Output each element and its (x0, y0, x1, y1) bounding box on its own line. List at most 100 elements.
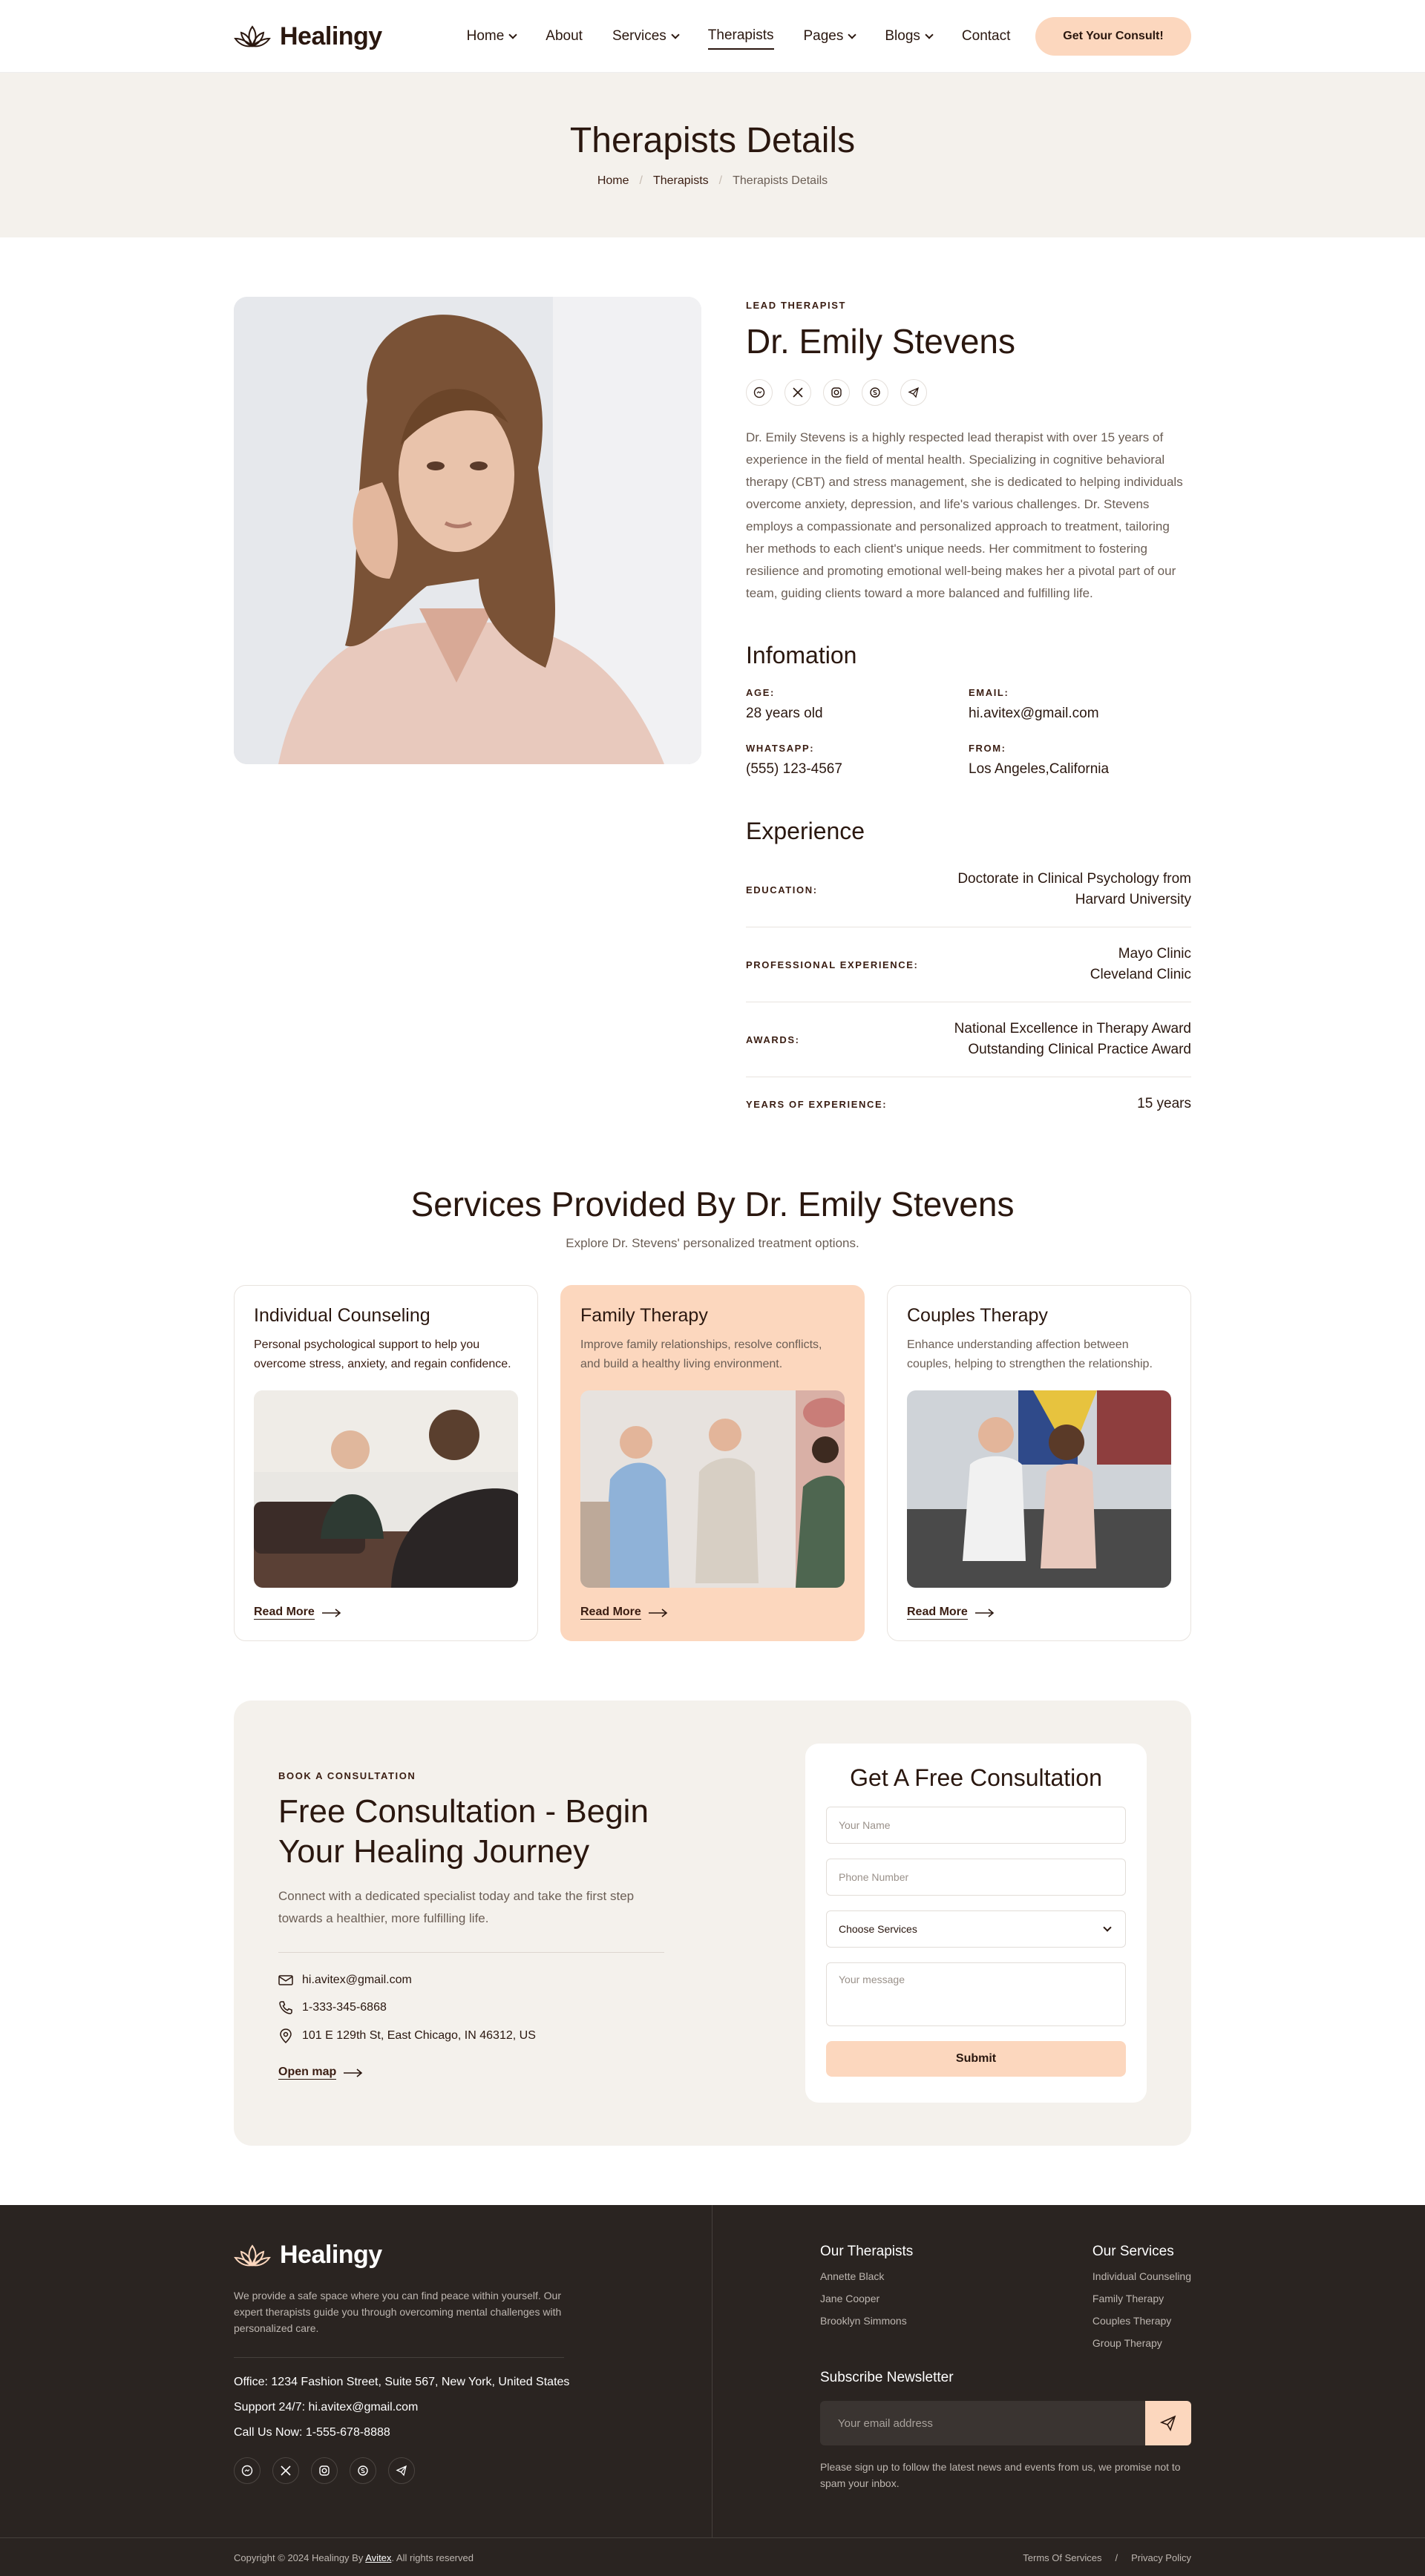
footer-link[interactable]: Jane Cooper (820, 2293, 913, 2304)
footer-link[interactable]: Brooklyn Simmons (820, 2315, 913, 2327)
service-select[interactable]: Choose Services (826, 1910, 1126, 1948)
footer-logo[interactable]: Healingy (234, 2241, 442, 2270)
nav-pages[interactable]: Pages (803, 23, 857, 50)
breadcrumb-current: Therapists Details (733, 174, 828, 187)
copyright-suffix: . All rights reserved (391, 2552, 474, 2563)
experience-line: Outstanding Clinical Practice Award (968, 1042, 1191, 1057)
footer-services-col: Our Services Individual Counseling Famil… (1092, 2244, 1191, 2349)
telegram-icon[interactable] (388, 2457, 415, 2484)
footer-link[interactable]: Annette Black (820, 2270, 913, 2282)
read-more-link[interactable]: Read More (254, 1606, 518, 1620)
experience-value: 15 years (1137, 1094, 1191, 1114)
service-card-family[interactable]: Family Therapy Improve family relationsh… (560, 1285, 865, 1641)
consultation-desc: Connect with a dedicated specialist toda… (278, 1889, 635, 1925)
footer-columns: Our Therapists Annette Black Jane Cooper… (820, 2244, 1191, 2349)
messenger-icon[interactable] (234, 2457, 261, 2484)
arrow-right-icon (974, 1608, 995, 1617)
read-more-link[interactable]: Read More (907, 1606, 1171, 1620)
nav-therapists-label: Therapists (707, 27, 774, 43)
read-more-label: Read More (907, 1606, 968, 1620)
footer-link[interactable]: Individual Counseling (1092, 2270, 1191, 2282)
therapist-portrait-image (234, 297, 701, 764)
therapist-photo (234, 297, 701, 764)
open-map-link[interactable]: Open map (278, 2066, 664, 2080)
experience-line: Harvard University (1075, 892, 1191, 907)
brand-logo[interactable]: Healingy (234, 22, 442, 51)
read-more-link[interactable]: Read More (580, 1606, 845, 1620)
footer-social-links (234, 2457, 712, 2484)
info-value[interactable]: (555) 123-4567 (746, 761, 969, 778)
name-input[interactable]: Your Name (826, 1807, 1126, 1844)
info-whatsapp: WHATSAPP: (555) 123-4567 (746, 743, 969, 778)
newsletter-note: Please sign up to follow the latest news… (820, 2461, 1181, 2489)
service-card-individual[interactable]: Individual Counseling Personal psycholog… (234, 1285, 538, 1641)
therapist-section: LEAD THERAPIST Dr. Emily Stevens Dr. Emi… (0, 237, 1425, 1131)
terms-link[interactable]: Terms Of Services (1023, 2552, 1101, 2563)
experience-line: Doctorate in Clinical Psychology from (957, 871, 1191, 887)
brand-name: Healingy (280, 22, 382, 50)
nav-about[interactable]: About (546, 23, 583, 50)
footer-link[interactable]: Family Therapy (1092, 2293, 1191, 2304)
info-age: AGE: 28 years old (746, 687, 969, 722)
nav-contact[interactable]: Contact (962, 23, 1010, 50)
nav-home[interactable]: Home (467, 23, 517, 50)
footer-call[interactable]: Call Us Now: 1-555-678-8888 (234, 2426, 712, 2439)
message-textarea[interactable]: Your message (826, 1962, 1126, 2026)
experience-value: Doctorate in Clinical Psychology from Har… (957, 869, 1191, 910)
copyright-prefix: Copyright © 2024 Healingy By (234, 2552, 364, 2563)
breadcrumb-therapists[interactable]: Therapists (653, 174, 709, 188)
service-card-desc: Personal psychological support to help y… (254, 1338, 511, 1370)
service-card-desc: Improve family relationships, resolve co… (580, 1338, 822, 1370)
nav-services[interactable]: Services (612, 23, 680, 50)
get-consult-button[interactable]: Get Your Consult! (1035, 17, 1191, 56)
footer-link[interactable]: Couples Therapy (1092, 2315, 1191, 2327)
privacy-link[interactable]: Privacy Policy (1131, 2552, 1191, 2563)
consultation-intro: BOOK A CONSULTATION Free Consultation - … (278, 1744, 664, 2103)
site-header: Healingy Home About Services Therapists … (0, 0, 1425, 73)
divider (278, 1952, 664, 1953)
contact-address-text: 101 E 129th St, East Chicago, IN 46312, … (302, 2029, 536, 2042)
info-value[interactable]: hi.avitex@gmail.com (969, 706, 1191, 722)
service-card-couples[interactable]: Couples Therapy Enhance understanding af… (887, 1285, 1191, 1641)
lotus-icon (234, 25, 271, 47)
experience-row: EDUCATION: Doctorate in Clinical Psychol… (746, 852, 1191, 927)
consultation-section: BOOK A CONSULTATION Free Consultation - … (0, 1701, 1425, 2146)
contact-email[interactable]: hi.avitex@gmail.com (278, 1974, 664, 1987)
skype-icon[interactable] (862, 379, 888, 406)
phone-input[interactable]: Phone Number (826, 1859, 1126, 1896)
nav-pages-label: Pages (803, 28, 844, 44)
phone-icon (279, 2001, 292, 2014)
nav-blogs[interactable]: Blogs (885, 23, 934, 50)
instagram-icon[interactable] (311, 2457, 338, 2484)
footer-support[interactable]: Support 24/7: hi.avitex@gmail.com (234, 2401, 712, 2414)
consultation-title: Free Consultation - Begin Your Healing J… (278, 1793, 649, 1870)
nav-services-label: Services (612, 28, 666, 44)
copyright: Copyright © 2024 Healingy By Avitex. All… (234, 2552, 474, 2563)
breadcrumb: Home / Therapists / Therapists Details (0, 174, 1425, 188)
newsletter-submit-button[interactable] (1145, 2401, 1191, 2445)
consultation-eyebrow: BOOK A CONSULTATION (278, 1770, 416, 1781)
info-label: AGE: (746, 687, 775, 698)
contact-address: 101 E 129th St, East Chicago, IN 46312, … (278, 2028, 664, 2043)
breadcrumb-home[interactable]: Home (597, 174, 629, 188)
skype-icon[interactable] (350, 2457, 376, 2484)
therapist-name: Dr. Emily Stevens (746, 322, 1015, 361)
x-twitter-icon[interactable] (272, 2457, 299, 2484)
experience-value: National Excellence in Therapy Award Outs… (954, 1019, 1191, 1060)
nav-therapists[interactable]: Therapists (707, 23, 774, 50)
experience-label: EDUCATION: (746, 884, 818, 896)
contact-phone[interactable]: 1-333-345-6868 (278, 2000, 664, 2015)
footer-col-title: Our Therapists (820, 2244, 914, 2259)
information-grid: AGE: 28 years old EMAIL: hi.avitex@gmail.c… (746, 687, 1191, 778)
submit-button[interactable]: Submit (826, 2041, 1126, 2077)
footer-link[interactable]: Group Therapy (1092, 2337, 1191, 2349)
newsletter-email-input[interactable]: Your email address (820, 2401, 1145, 2445)
services-section: Services Provided By Dr. Emily Stevens E… (0, 1131, 1425, 1641)
messenger-icon[interactable] (746, 379, 773, 406)
x-twitter-icon[interactable] (784, 379, 811, 406)
telegram-icon[interactable] (900, 379, 927, 406)
copyright-brand-link[interactable]: Avitex (365, 2552, 391, 2563)
therapist-role: LEAD THERAPIST (746, 300, 847, 311)
instagram-icon[interactable] (823, 379, 850, 406)
nav-home-label: Home (466, 28, 505, 44)
